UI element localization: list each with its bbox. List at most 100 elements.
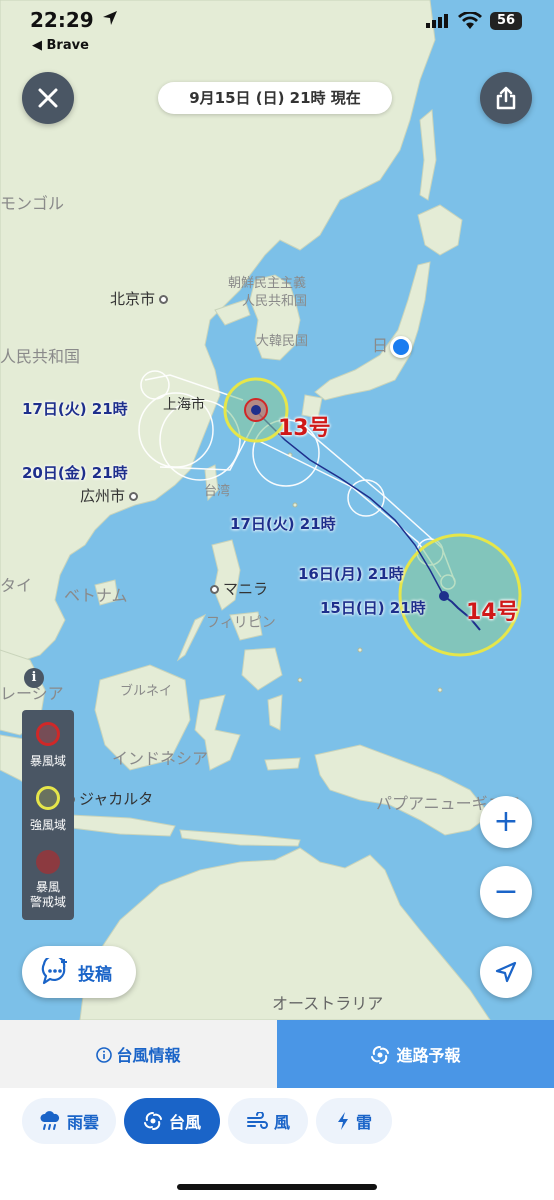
minus-icon: − bbox=[493, 874, 519, 909]
legend-label-strong-wind: 強風域 bbox=[29, 818, 66, 832]
map-base-layer bbox=[0, 0, 522, 1020]
storm-zone-swatch bbox=[36, 722, 60, 746]
post-button-label: 投稿 bbox=[78, 965, 112, 985]
chip-typhoon[interactable]: 台風 bbox=[124, 1098, 220, 1144]
typhoon-14-label[interactable]: 14号 bbox=[466, 594, 519, 626]
city-guangzhou-dot bbox=[129, 492, 139, 501]
location-arrow-icon bbox=[103, 11, 117, 25]
home-indicator bbox=[177, 1184, 377, 1190]
chip-lightning[interactable]: 雷 bbox=[316, 1098, 392, 1144]
current-datetime-pill: 9月15日 (日) 21時 現在 bbox=[158, 82, 392, 114]
typhoon-14-forecast-time-3: 15日(日) 21時 bbox=[320, 599, 426, 617]
chip-rain-cloud-label: 雨雲 bbox=[66, 1113, 99, 1132]
city-guangzhou-label: 広州市 bbox=[80, 487, 126, 505]
post-button[interactable]: 投稿 bbox=[22, 946, 136, 998]
luzon bbox=[211, 539, 241, 611]
typhoon-icon bbox=[143, 1112, 162, 1130]
chip-wind-label: 風 bbox=[273, 1113, 290, 1132]
label-taiwan: 台湾 bbox=[204, 484, 231, 499]
typhoon-tab-bar: 台風情報 進路予報 bbox=[0, 1020, 554, 1088]
legend-label-storm-warning: 暴風 警戒域 bbox=[29, 880, 66, 909]
tab-track-forecast-label: 進路予報 bbox=[396, 1046, 461, 1065]
typhoon-app: モンゴル 人民共和国 朝鮮民主主義 人民共和国 大韓民国 日 台湾 フィリピン … bbox=[0, 0, 554, 1200]
halmahera bbox=[267, 694, 283, 731]
strong-wind-zone-swatch bbox=[36, 786, 60, 810]
label-south-korea: 大韓民国 bbox=[256, 334, 309, 349]
share-button[interactable] bbox=[480, 72, 532, 124]
status-time: 22:29 bbox=[30, 8, 94, 32]
city-beijing-label: 北京市 bbox=[110, 290, 156, 308]
palawan bbox=[176, 613, 207, 662]
storm-zone-legend: 暴風域 強風域 暴風 警戒域 bbox=[22, 710, 74, 920]
close-button[interactable] bbox=[22, 72, 74, 124]
guam-island bbox=[292, 502, 298, 508]
city-jakarta: ジャカルタ bbox=[66, 788, 153, 809]
typhoon-13-forecast-time-1: 17日(火) 21時 bbox=[22, 400, 128, 418]
back-to-app-link[interactable]: ◀ Brave bbox=[32, 38, 89, 53]
typhoon-13-center bbox=[251, 405, 261, 415]
typhoon-13-forecast-time-2: 20日(金) 21時 bbox=[22, 464, 128, 482]
typhoon-map[interactable]: モンゴル 人民共和国 朝鮮民主主義 人民共和国 大韓民国 日 台湾 フィリピン … bbox=[0, 0, 554, 1020]
typhoon-14-forecast-time-1: 17日(火) 21時 bbox=[230, 515, 336, 533]
plus-icon: + bbox=[493, 804, 519, 839]
typhoon-13-label[interactable]: 13号 bbox=[278, 410, 331, 442]
label-vietnam: ベトナム bbox=[64, 586, 128, 605]
tab-track-forecast-inner: 進路予報 bbox=[277, 1042, 554, 1066]
typhoon-14-forecast-time-2: 16日(月) 21時 bbox=[298, 565, 404, 583]
city-manila: マニラ bbox=[210, 578, 268, 599]
post-comment-icon bbox=[41, 958, 67, 985]
typhoon-14-center bbox=[439, 591, 449, 601]
sakhalin bbox=[419, 108, 437, 201]
mindanao bbox=[241, 647, 283, 691]
zoom-out-button[interactable]: − bbox=[480, 866, 532, 918]
storm-warning-zone-swatch bbox=[36, 850, 60, 874]
current-location-marker bbox=[390, 336, 412, 358]
label-australia: オーストラリア bbox=[272, 994, 384, 1013]
wifi-icon bbox=[458, 12, 482, 29]
micronesia-island-2 bbox=[437, 687, 443, 693]
tab-track-forecast[interactable]: 進路予報 bbox=[277, 1020, 554, 1088]
cellular-signal-icon bbox=[426, 14, 448, 28]
city-manila-dot bbox=[210, 585, 219, 594]
label-philippines: フィリピン bbox=[206, 615, 276, 631]
label-indonesia: インドネシア bbox=[112, 749, 209, 768]
label-north-korea-2: 人民共和国 bbox=[242, 294, 308, 309]
rain-cloud-icon bbox=[40, 1111, 60, 1130]
lightning-icon bbox=[337, 1112, 348, 1130]
navigation-arrow-icon bbox=[495, 961, 517, 983]
city-guangzhou: 広州市 bbox=[80, 485, 139, 506]
info-circle-icon bbox=[96, 1047, 113, 1063]
share-icon bbox=[496, 86, 516, 110]
zoom-in-button[interactable]: + bbox=[480, 796, 532, 848]
label-thailand: タイ bbox=[0, 576, 33, 595]
status-bar: 22:29 ◀ Brave 56 bbox=[0, 0, 554, 56]
typhoon-tab-icon bbox=[371, 1046, 390, 1064]
tab-typhoon-info-inner: 台風情報 bbox=[0, 1042, 277, 1066]
chip-typhoon-label: 台風 bbox=[168, 1113, 201, 1132]
japan-honshu bbox=[314, 261, 431, 401]
wind-icon bbox=[246, 1112, 268, 1129]
label-japan: 日 bbox=[372, 336, 389, 355]
city-shanghai: 上海市 bbox=[163, 397, 205, 413]
chip-lightning-label: 雷 bbox=[355, 1113, 372, 1132]
close-icon bbox=[38, 88, 58, 108]
city-manila-label: マニラ bbox=[223, 580, 269, 598]
city-beijing-dot bbox=[159, 295, 169, 304]
seram bbox=[264, 757, 301, 771]
micronesia-island bbox=[357, 647, 363, 653]
lesser-sunda bbox=[179, 829, 301, 847]
city-beijing: 北京市 bbox=[110, 288, 169, 309]
label-china: 人民共和国 bbox=[0, 347, 81, 366]
legend-label-storm: 暴風域 bbox=[29, 754, 66, 768]
chip-wind[interactable]: 風 bbox=[228, 1098, 308, 1144]
japan-hokkaido bbox=[417, 204, 463, 256]
current-location-button[interactable] bbox=[480, 946, 532, 998]
label-mongolia: モンゴル bbox=[0, 194, 65, 213]
label-north-korea: 朝鮮民主主義 bbox=[228, 276, 307, 291]
tab-typhoon-info[interactable]: 台風情報 bbox=[0, 1020, 277, 1088]
chip-rain-cloud[interactable]: 雨雲 bbox=[22, 1098, 116, 1144]
java bbox=[69, 814, 176, 837]
legend-info-button[interactable]: i bbox=[24, 668, 44, 688]
city-jakarta-label: ジャカルタ bbox=[79, 790, 154, 808]
palau-island bbox=[297, 677, 303, 683]
